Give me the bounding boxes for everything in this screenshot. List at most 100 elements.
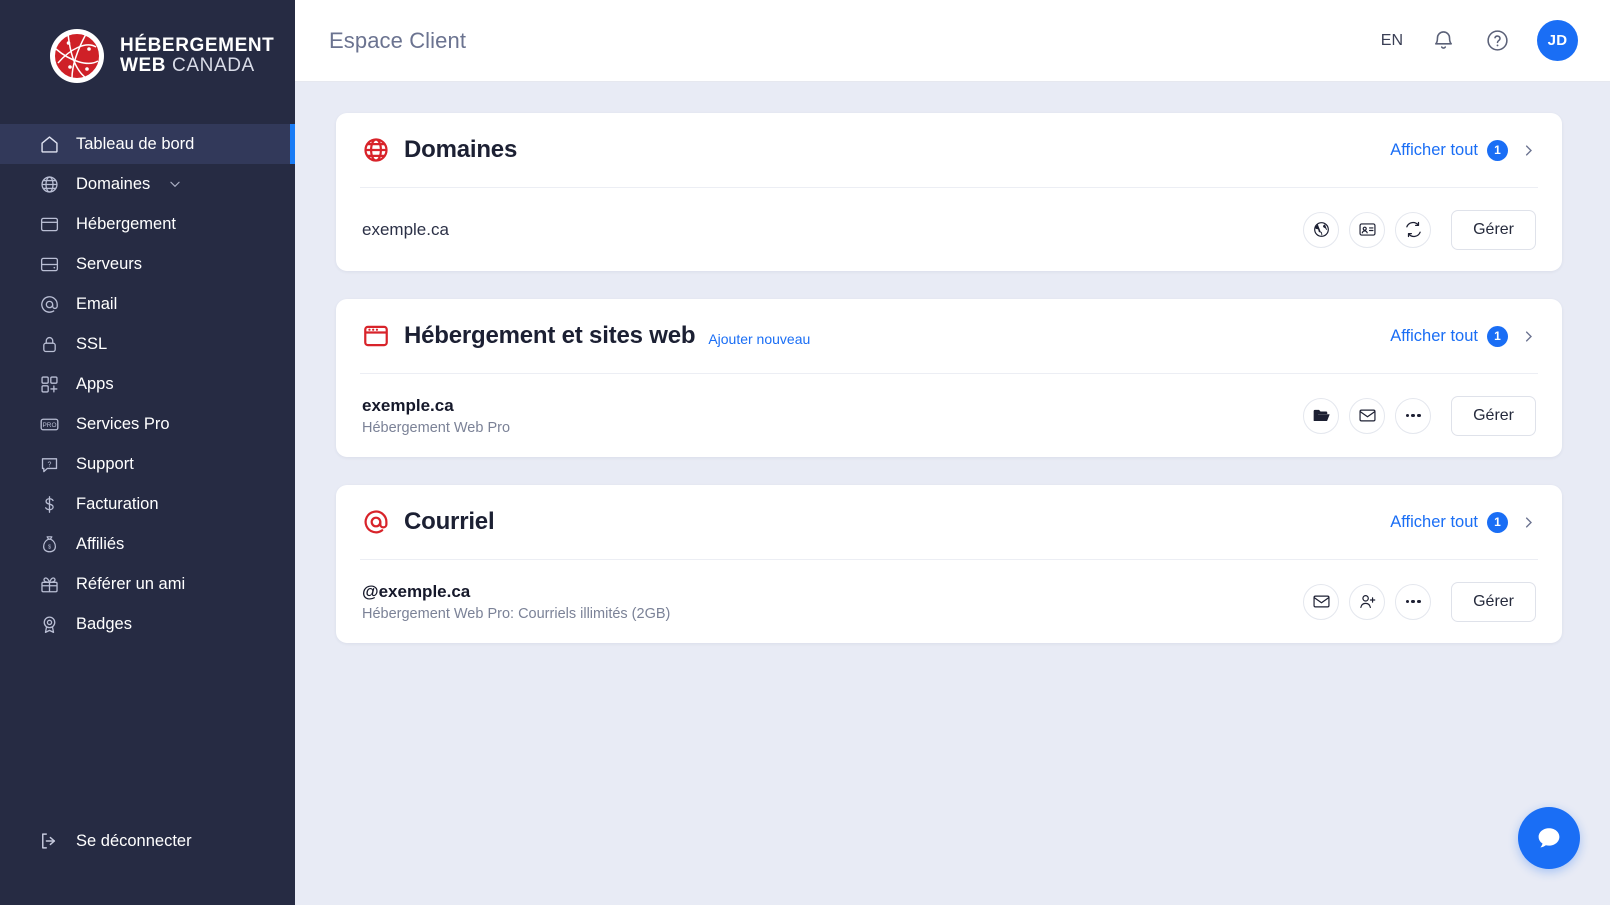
card-email: Courriel Afficher tout 1 @exemple.ca Héb… xyxy=(336,485,1562,643)
logo-line-2-bold: WEB xyxy=(120,55,167,76)
add-new-hosting-link[interactable]: Ajouter nouveau xyxy=(708,325,810,347)
view-all-email-link[interactable]: Afficher tout 1 xyxy=(1390,511,1536,533)
sidebar-item-label: Support xyxy=(76,454,134,473)
table-row: exemple.ca Gérer xyxy=(360,188,1538,271)
sidebar-item-ssl[interactable]: SSL xyxy=(0,324,295,364)
globe-logo-icon xyxy=(48,27,106,85)
gift-icon xyxy=(38,573,60,595)
row-text: exemple.ca Hébergement Web Pro xyxy=(362,396,510,436)
svg-text:$: $ xyxy=(47,544,51,550)
row-actions: Gérer xyxy=(1303,581,1536,622)
card-header: Courriel Afficher tout 1 xyxy=(360,485,1538,559)
sidebar-item-referer-un-ami[interactable]: Référer un ami xyxy=(0,564,295,604)
site-plan: Hébergement Web Pro xyxy=(362,419,511,436)
at-sign-icon xyxy=(362,508,390,536)
question-chat-icon: ? xyxy=(38,453,60,475)
row-actions: Gérer xyxy=(1303,209,1536,250)
chevron-down-icon[interactable] xyxy=(168,177,182,191)
view-all-label: Afficher tout xyxy=(1390,140,1478,159)
card-title: Hébergement et sites web xyxy=(404,322,696,349)
sidebar-item-tableau-de-bord[interactable]: Tableau de bord xyxy=(0,124,295,164)
row-text: exemple.ca xyxy=(362,220,449,240)
globe-icon xyxy=(38,173,60,195)
chevron-right-icon xyxy=(1521,143,1536,158)
avatar[interactable]: JD xyxy=(1537,20,1578,61)
brand-logo[interactable]: HÉBERGEMENT WEB CANADA xyxy=(0,0,295,112)
count-badge: 1 xyxy=(1487,139,1508,161)
medal-icon xyxy=(38,613,60,635)
card-hosting: Hébergement et sites web Ajouter nouveau… xyxy=(336,299,1562,457)
pro-badge-icon: PRO xyxy=(38,413,60,435)
sidebar-item-serveurs[interactable]: Serveurs xyxy=(0,244,295,284)
envelope-icon[interactable] xyxy=(1349,397,1386,434)
card-header: Hébergement et sites web Ajouter nouveau… xyxy=(360,299,1538,373)
main-area: Espace Client EN JD Domaines Afficher to… xyxy=(295,0,1610,905)
bell-icon[interactable] xyxy=(1429,27,1457,55)
sidebar-item-support[interactable]: ? Support xyxy=(0,444,295,484)
money-bag-icon: $ xyxy=(38,533,60,555)
chevron-right-icon xyxy=(1521,515,1536,530)
dollar-icon xyxy=(38,493,60,515)
count-badge: 1 xyxy=(1487,325,1508,347)
row-actions: Gérer xyxy=(1303,395,1536,436)
svg-text:PRO: PRO xyxy=(42,422,56,429)
manage-button[interactable]: Gérer xyxy=(1451,581,1536,622)
table-row: @exemple.ca Hébergement Web Pro: Courrie… xyxy=(360,560,1538,643)
server-icon xyxy=(38,253,60,275)
sidebar-item-label: Serveurs xyxy=(76,254,143,273)
sidebar-item-affilies[interactable]: $ Affiliés xyxy=(0,524,295,564)
manage-button[interactable]: Gérer xyxy=(1451,395,1536,436)
sidebar-item-email[interactable]: Email xyxy=(0,284,295,324)
sidebar-item-services-pro[interactable]: PRO Services Pro xyxy=(0,404,295,444)
email-plan: Hébergement Web Pro: Courriels illimités… xyxy=(362,605,671,622)
folder-open-icon[interactable] xyxy=(1303,397,1340,434)
view-all-domains-link[interactable]: Afficher tout 1 xyxy=(1390,139,1536,161)
logout-icon xyxy=(38,830,60,852)
logo-line-1: HÉBERGEMENT xyxy=(120,34,275,56)
browser-window-icon xyxy=(38,213,60,235)
view-all-hosting-link[interactable]: Afficher tout 1 xyxy=(1390,325,1536,347)
sidebar-item-badges[interactable]: Badges xyxy=(0,604,295,644)
sidebar-footer: Se déconnecter xyxy=(0,821,295,861)
sidebar-item-domaines[interactable]: Domaines xyxy=(0,164,295,204)
logo-line-2-light: CANADA xyxy=(172,55,255,76)
sidebar-item-label: Apps xyxy=(76,374,114,393)
globe-filled-icon[interactable] xyxy=(1303,211,1340,248)
sidebar-item-label: Services Pro xyxy=(76,414,170,433)
svg-text:?: ? xyxy=(47,461,51,468)
sidebar-item-apps[interactable]: Apps xyxy=(0,364,295,404)
top-bar-actions: EN JD xyxy=(1381,20,1578,61)
domain-name: exemple.ca xyxy=(362,219,449,239)
view-all-label: Afficher tout xyxy=(1390,512,1478,531)
top-bar: Espace Client EN JD xyxy=(295,0,1610,82)
sidebar-item-label: Hébergement xyxy=(76,214,176,233)
table-row: exemple.ca Hébergement Web Pro Gérer xyxy=(360,374,1538,457)
ellipsis-icon[interactable] xyxy=(1395,583,1432,620)
help-circle-icon[interactable] xyxy=(1483,27,1511,55)
home-icon xyxy=(38,133,60,155)
sidebar-nav: Tableau de bord Domaines Hébergement Ser… xyxy=(0,124,295,644)
row-text: @exemple.ca Hébergement Web Pro: Courrie… xyxy=(362,582,670,622)
lock-icon xyxy=(38,333,60,355)
email-domain: @exemple.ca xyxy=(362,581,471,601)
sidebar-item-label: Référer un ami xyxy=(76,574,186,593)
sidebar-item-hebergement[interactable]: Hébergement xyxy=(0,204,295,244)
refresh-sync-icon[interactable] xyxy=(1395,211,1432,248)
chevron-right-icon xyxy=(1521,329,1536,344)
user-plus-icon[interactable] xyxy=(1349,583,1386,620)
browser-window-icon xyxy=(362,322,390,350)
contact-card-icon[interactable] xyxy=(1349,211,1386,248)
manage-button[interactable]: Gérer xyxy=(1451,209,1536,250)
card-title: Domaines xyxy=(404,136,518,163)
count-badge: 1 xyxy=(1487,511,1508,533)
logout-button[interactable]: Se déconnecter xyxy=(0,821,295,861)
sidebar-item-facturation[interactable]: Facturation xyxy=(0,484,295,524)
ellipsis-icon[interactable] xyxy=(1395,397,1432,434)
chat-support-button[interactable] xyxy=(1518,807,1580,869)
site-name: exemple.ca xyxy=(362,395,454,415)
sidebar-item-label: Domaines xyxy=(76,174,151,193)
language-switcher[interactable]: EN xyxy=(1381,32,1403,50)
app-root: HÉBERGEMENT WEB CANADA Tableau de bord D… xyxy=(0,0,1610,905)
envelope-icon[interactable] xyxy=(1303,583,1340,620)
at-sign-icon xyxy=(38,293,60,315)
